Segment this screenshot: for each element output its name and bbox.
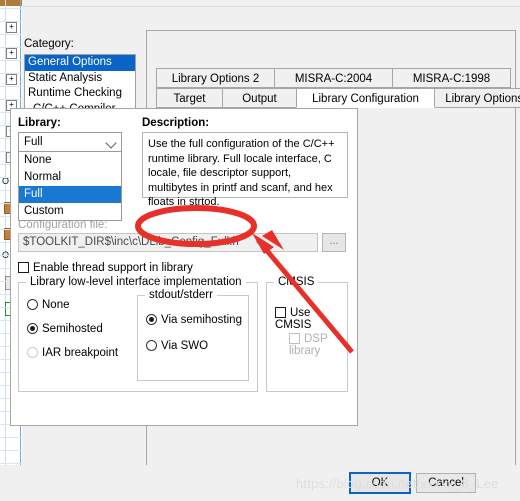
lowlevel-interface-group: Library low-level interface implementati… — [18, 276, 258, 392]
tab-library-options-1[interactable]: Library Options 1 — [434, 88, 520, 108]
radio-via-swo[interactable]: Via SWO — [146, 340, 208, 352]
dsp-library-checkbox: DSP library — [289, 333, 347, 357]
configuration-file-input[interactable]: $TOOLKIT_DIR$\inc\c\DLib_Config_Full.h — [18, 233, 318, 252]
library-option-none[interactable]: None — [19, 152, 121, 169]
background-tree-expander: + — [6, 22, 17, 33]
description-label: Description: — [142, 117, 210, 129]
radio-lowlevel-semihosted-label: Semihosted — [42, 323, 103, 335]
browse-button[interactable]: ... — [322, 233, 346, 252]
library-label: Library: — [18, 117, 61, 129]
cmsis-legend: CMSIS — [274, 276, 319, 288]
background-tree-row — [0, 60, 22, 61]
library-dropdown-list[interactable]: None Normal Full Custom — [18, 152, 122, 221]
tab-target[interactable]: Target — [156, 88, 223, 108]
library-combobox[interactable]: Full — [18, 132, 122, 152]
radio-lowlevel-none[interactable]: None — [27, 299, 70, 311]
background-tree-row — [0, 450, 22, 451]
checkbox-icon — [289, 333, 300, 344]
background-tree-row — [0, 21, 22, 22]
chevron-down-icon — [105, 137, 117, 149]
radio-icon — [27, 323, 38, 334]
background-tree-row — [0, 34, 22, 35]
radio-via-swo-label: Via SWO — [161, 340, 209, 352]
background-tree-expander: + — [6, 48, 17, 59]
background-tree-row — [0, 437, 22, 438]
cmsis-group: CMSIS Use CMSIS DSP library — [266, 276, 348, 392]
tab-row-primary: Target Output Library Configuration Library… — [0, 88, 520, 108]
library-option-custom[interactable]: Custom — [19, 203, 121, 220]
tab-misra-c-1998[interactable]: MISRA-C:1998 — [392, 68, 511, 88]
radio-icon — [146, 314, 157, 325]
radio-via-semihosting[interactable]: Via semihosting — [146, 314, 242, 326]
use-cmsis-checkbox[interactable]: Use CMSIS — [275, 307, 347, 331]
radio-lowlevel-iar-breakpoint-label: IAR breakpoint — [42, 347, 119, 359]
watermark: https://blog.csdn.net/xxxxx_8_Lee — [296, 476, 499, 491]
radio-icon — [27, 347, 38, 358]
checkbox-icon — [275, 307, 286, 318]
stdout-stderr-legend: stdout/stderr — [145, 289, 217, 301]
enable-thread-support-label: Enable thread support in library — [33, 262, 193, 274]
background-tree-row — [0, 47, 22, 48]
radio-via-semihosting-label: Via semihosting — [161, 314, 242, 326]
background-tree-row — [0, 8, 22, 9]
enable-thread-support-checkbox[interactable]: Enable thread support in library — [18, 262, 193, 274]
tab-library-configuration[interactable]: Library Configuration — [296, 88, 435, 108]
radio-lowlevel-semihosted[interactable]: Semihosted — [27, 323, 103, 335]
tab-misra-c-2004[interactable]: MISRA-C:2004 — [274, 68, 393, 88]
tab-row-secondary: Library Options 2 MISRA-C:2004 MISRA-C:199… — [0, 68, 520, 88]
radio-icon — [146, 340, 157, 351]
stdout-stderr-group: stdout/stderr Via semihosting Via SWO — [137, 289, 249, 381]
radio-icon — [27, 299, 38, 310]
radio-lowlevel-none-label: None — [42, 299, 70, 311]
library-selected-value: Full — [24, 136, 43, 148]
library-option-normal[interactable]: Normal — [19, 169, 121, 186]
checkbox-icon — [18, 262, 29, 273]
radio-lowlevel-iar-breakpoint: IAR breakpoint — [27, 347, 118, 359]
tab-output[interactable]: Output — [222, 88, 297, 108]
tab-library-options-2[interactable]: Library Options 2 — [156, 68, 275, 88]
library-option-full[interactable]: Full — [19, 186, 121, 203]
background-toolbar — [0, 0, 22, 6]
background-tree-row — [0, 463, 22, 464]
lowlevel-interface-legend: Library low-level interface implementati… — [26, 276, 246, 288]
screenshot-root: + + + + + + O O Category: General Option… — [0, 0, 520, 501]
category-label: Category: — [24, 38, 74, 50]
description-text: Use the full configuration of the C/C++ … — [142, 132, 348, 208]
